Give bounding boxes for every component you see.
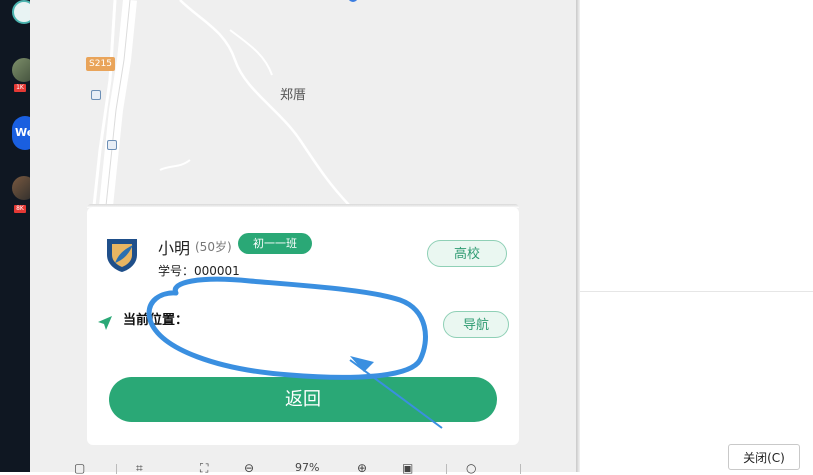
map-roads (30, 0, 576, 206)
navigate-button[interactable]: 导航 (443, 311, 509, 338)
student-age: (50岁) (195, 240, 232, 254)
student-info-card: 小明 (50岁) 初一一班 学号：000001 高校 当前位置： 导航 返回 (87, 207, 519, 445)
window-edge (576, 0, 580, 472)
school-logo-icon (107, 239, 137, 272)
one-to-one-icon[interactable]: ▣ (402, 462, 413, 474)
fit-window-icon[interactable]: ▢ (74, 462, 85, 474)
taskbar: 1K We 8K (0, 0, 38, 472)
zoom-out-icon[interactable]: ⊖ (244, 462, 254, 474)
notification-badge: 1K (14, 84, 26, 92)
road-number-tag: S215 (86, 57, 115, 71)
zoom-in-icon[interactable]: ⊕ (357, 462, 367, 474)
zoom-level: 97% (295, 461, 320, 474)
bus-stop-icon (91, 90, 101, 100)
school-button[interactable]: 高校 (427, 240, 507, 267)
actual-size-icon[interactable]: ⛶ (200, 462, 208, 474)
toolbar-divider (446, 464, 447, 474)
bus-stop-icon (107, 140, 117, 150)
image-viewer: S215 郑厝 小明 (50岁) 初一一班 学号：000001 高校 当前位置：… (30, 0, 576, 472)
back-button[interactable]: 返回 (109, 377, 497, 422)
viewer-toolbar: ▢ ⌗ ⛶ ⊖ 97% ⊕ ▣ ○ (30, 452, 576, 474)
crop-icon[interactable]: ⌗ (136, 462, 143, 474)
location-arrow-icon (98, 316, 112, 330)
current-location-label: 当前位置： (123, 313, 189, 328)
notification-badge: 8K (14, 205, 26, 213)
class-badge: 初一一班 (238, 233, 312, 254)
student-id: 学号：000001 (158, 264, 240, 278)
map-place-label: 郑厝 (280, 88, 307, 103)
map-view[interactable]: S215 郑厝 (30, 0, 576, 206)
toolbar-divider (116, 464, 117, 474)
pane-divider (580, 291, 813, 292)
close-button[interactable]: 关闭(C) (728, 444, 800, 470)
student-name: 小明 (158, 239, 191, 258)
toolbar-divider (520, 464, 521, 474)
rotate-icon[interactable]: ○ (466, 462, 476, 474)
